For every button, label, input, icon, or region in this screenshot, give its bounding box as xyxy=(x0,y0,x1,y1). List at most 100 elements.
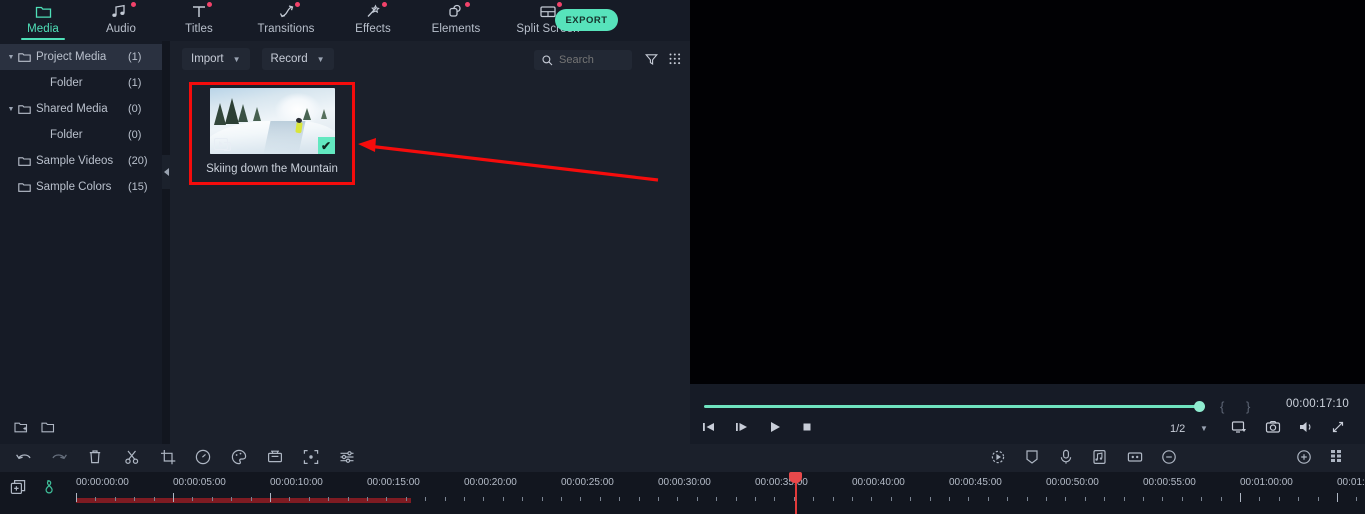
seek-handle[interactable] xyxy=(1194,401,1205,412)
media-item-card[interactable]: ✔ Skiing down the Mountain xyxy=(196,88,348,178)
zoom-in-icon[interactable] xyxy=(1296,449,1312,465)
sidebar-item-shared-folder[interactable]: Folder (0) xyxy=(0,122,162,148)
mark-in-button[interactable]: { xyxy=(1220,399,1224,414)
folder-icon[interactable] xyxy=(41,421,56,434)
mark-out-button[interactable]: } xyxy=(1246,399,1250,414)
new-badge-dot xyxy=(381,2,387,7)
sidebar-item-label: Folder xyxy=(50,129,83,141)
ruler-minor-tick xyxy=(192,497,194,501)
ruler-minor-tick xyxy=(755,497,756,501)
sidebar-item-project-folder[interactable]: Folder (1) xyxy=(0,70,162,96)
tab-elements[interactable]: Elements xyxy=(412,0,500,41)
new-badge-dot xyxy=(207,2,212,7)
filter-icon[interactable] xyxy=(645,53,658,66)
marker-icon[interactable] xyxy=(1025,449,1039,465)
chevron-down-icon[interactable]: ▼ xyxy=(1200,424,1208,433)
grid-view-icon[interactable] xyxy=(669,53,681,65)
chevron-down-icon[interactable]: ▼ xyxy=(317,55,325,64)
timeline-panel-icon[interactable] xyxy=(1329,449,1349,466)
ruler-minor-tick xyxy=(114,497,116,501)
search-box[interactable] xyxy=(534,50,632,70)
tab-audio[interactable]: Audio xyxy=(82,0,160,41)
media-library-sidebar: ▼ Project Media (1) Folder (1) ▼ Shared … xyxy=(0,41,162,411)
sidebar-item-count: (1) xyxy=(128,51,142,63)
export-button[interactable]: EXPORT xyxy=(555,9,618,31)
ruler-minor-tick xyxy=(1220,497,1222,501)
snapshot-icon[interactable] xyxy=(1265,420,1281,434)
volume-icon[interactable] xyxy=(1298,420,1314,434)
crop-icon[interactable] xyxy=(160,449,176,465)
tab-effects[interactable]: Effects xyxy=(334,0,412,41)
speed-icon[interactable] xyxy=(195,449,211,465)
screen-fit-icon[interactable] xyxy=(1231,420,1247,434)
tab-transitions[interactable]: Transitions xyxy=(238,0,334,41)
link-icon[interactable] xyxy=(41,479,57,495)
record-button[interactable]: Record ▼ xyxy=(261,48,334,70)
voiceover-icon[interactable] xyxy=(1059,449,1073,465)
sidebar-item-sample-videos[interactable]: Sample Videos (20) xyxy=(0,148,162,174)
sidebar-item-shared-media[interactable]: ▼ Shared Media (0) xyxy=(0,96,162,122)
ruler-tick-label: 00:00:05:00 xyxy=(173,477,226,488)
ruler-minor-tick xyxy=(580,497,582,501)
redo-icon[interactable] xyxy=(50,449,68,465)
sidebar-item-sample-colors[interactable]: Sample Colors (15) xyxy=(0,174,162,200)
ruler-minor-tick xyxy=(1317,497,1319,501)
green-screen-icon[interactable] xyxy=(267,449,283,465)
stop-button[interactable] xyxy=(800,420,814,434)
add-media-icon[interactable] xyxy=(10,479,27,495)
record-label: Record xyxy=(270,53,308,65)
video-editor-window: Media Audio Titles Transitions Effects E… xyxy=(0,0,1365,514)
preview-quality-label[interactable]: 1/2 xyxy=(1170,423,1185,435)
ruler-minor-tick xyxy=(464,497,465,501)
prev-frame-button[interactable] xyxy=(701,420,717,434)
fit-timeline-icon[interactable] xyxy=(1127,449,1143,465)
cut-icon[interactable] xyxy=(124,449,140,465)
delete-icon[interactable] xyxy=(88,449,102,465)
detect-icon[interactable] xyxy=(303,449,319,465)
magic-wand-icon xyxy=(365,2,387,20)
import-button[interactable]: Import ▼ xyxy=(182,48,250,70)
ruler-minor-tick xyxy=(832,497,834,501)
search-input[interactable] xyxy=(559,54,623,66)
ruler-minor-tick xyxy=(95,497,97,501)
tab-media[interactable]: Media xyxy=(4,0,82,41)
thumbnail-skier xyxy=(294,121,303,134)
chevron-down-icon[interactable]: ▼ xyxy=(4,54,18,61)
color-icon[interactable] xyxy=(231,449,247,465)
ruler-minor-tick xyxy=(1084,497,1086,501)
sidebar-item-label: Shared Media xyxy=(36,103,108,115)
audio-detach-icon[interactable] xyxy=(1092,449,1108,465)
sidebar-item-project-media[interactable]: ▼ Project Media (1) xyxy=(0,44,162,70)
ruler-minor-tick xyxy=(541,497,543,501)
playhead-handle[interactable] xyxy=(789,472,802,483)
video-preview-area[interactable] xyxy=(690,0,1365,384)
seek-bar[interactable] xyxy=(704,405,1201,408)
ruler-tick-label: 00:00:15:00 xyxy=(367,477,420,488)
search-icon xyxy=(542,54,553,66)
tab-titles[interactable]: Titles xyxy=(160,0,238,41)
ruler-tick-label: 00:00:00:00 xyxy=(76,477,129,488)
zoom-out-icon[interactable] xyxy=(1161,449,1177,465)
sidebar-collapse-button[interactable] xyxy=(162,155,170,189)
chevron-down-icon[interactable]: ▼ xyxy=(4,106,18,113)
undo-icon[interactable] xyxy=(15,449,33,465)
ruler-minor-tick xyxy=(502,497,504,501)
chevron-down-icon[interactable]: ▼ xyxy=(233,55,241,64)
fullscreen-icon[interactable] xyxy=(1331,420,1345,434)
new-folder-icon[interactable] xyxy=(14,421,29,434)
seek-row: { } 00:00:17:10 xyxy=(690,392,1365,418)
play-button[interactable] xyxy=(768,420,782,434)
next-frame-button[interactable] xyxy=(734,420,750,434)
ruler-minor-tick xyxy=(619,497,621,501)
ruler-minor-tick xyxy=(852,497,853,501)
ruler-minor-tick xyxy=(987,497,989,501)
timeline-ruler[interactable]: 00:00:00:00 00:00:05:00 00:00:10:00 00:0… xyxy=(0,472,1365,514)
timeline-range-marker xyxy=(76,498,411,503)
ruler-minor-tick xyxy=(211,497,213,501)
music-note-icon xyxy=(111,2,136,20)
new-badge-dot xyxy=(557,2,562,7)
auto-enhance-icon[interactable] xyxy=(990,449,1006,465)
check-icon[interactable]: ✔ xyxy=(317,137,335,154)
ruler-minor-tick xyxy=(813,497,815,501)
audio-mixer-icon[interactable] xyxy=(339,449,355,465)
